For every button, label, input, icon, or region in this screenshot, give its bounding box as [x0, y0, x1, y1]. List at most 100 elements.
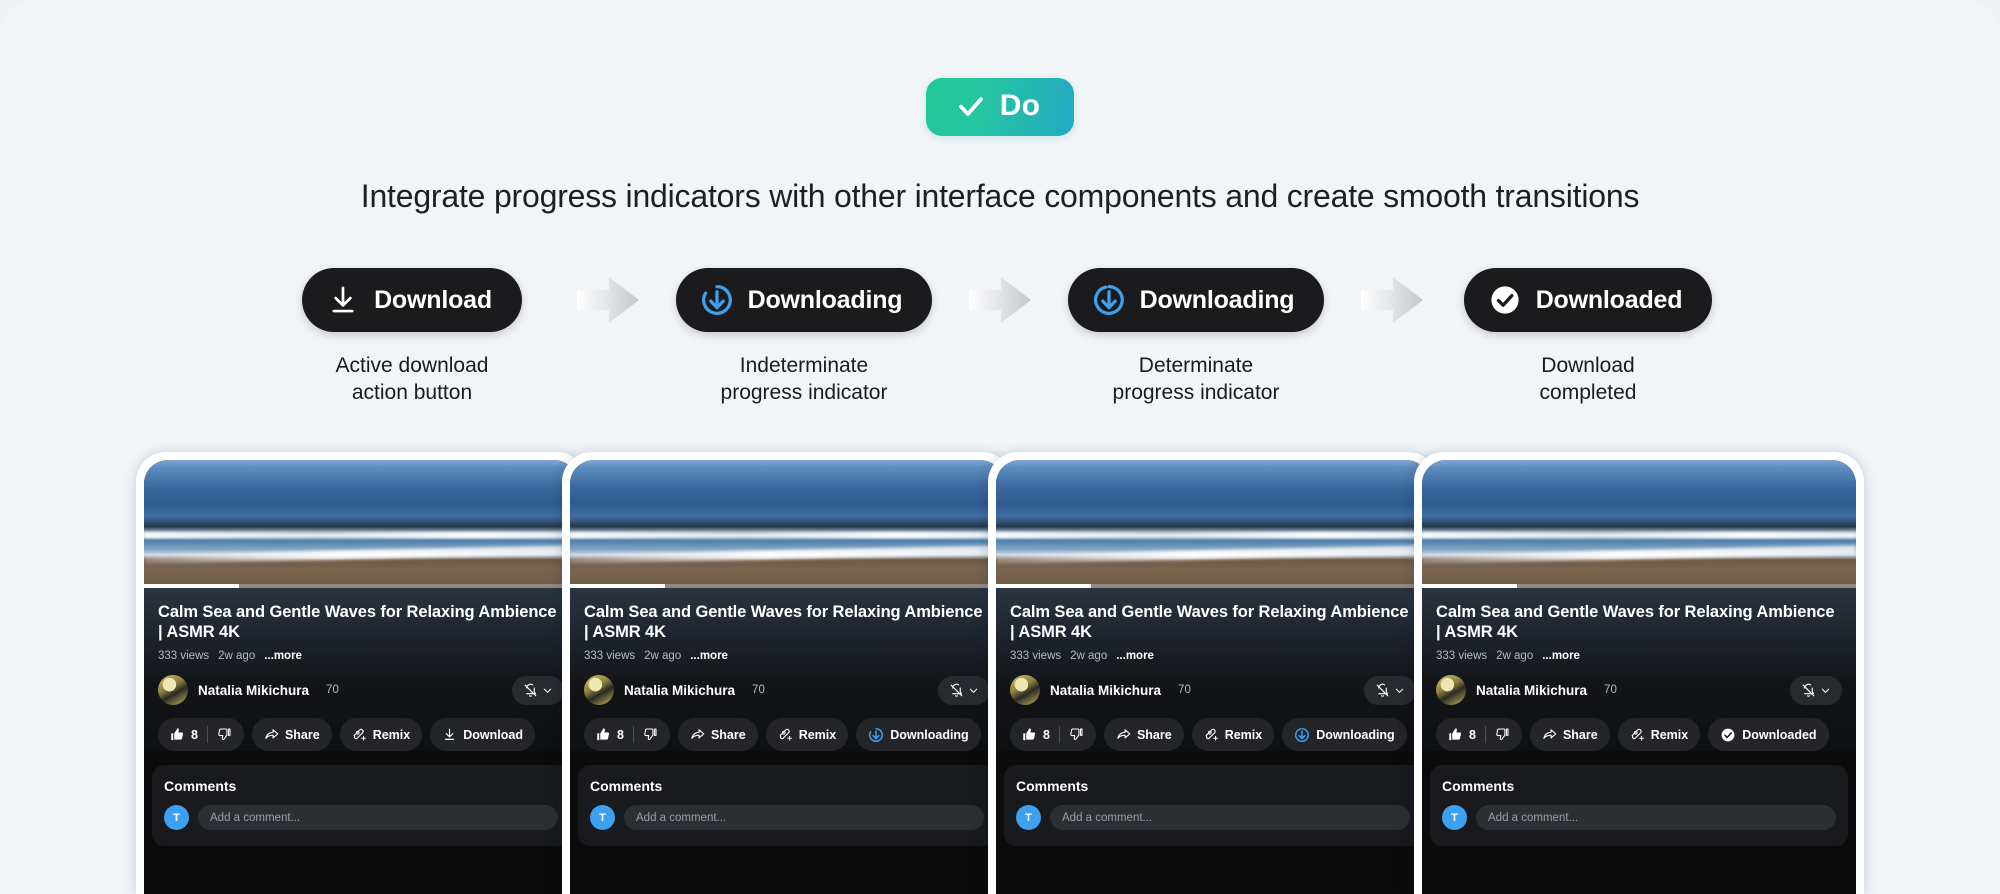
- video-title: Calm Sea and Gentle Waves for Relaxing A…: [158, 603, 557, 642]
- avatar: T: [590, 805, 615, 831]
- phone-screen: Calm Sea and Gentle Waves for Relaxing A…: [144, 460, 578, 894]
- comment-input[interactable]: Add a comment...: [1476, 805, 1836, 831]
- channel-row: Natalia Mikichura 70: [1436, 675, 1842, 706]
- like-dislike-chip[interactable]: 8: [1010, 718, 1096, 752]
- channel-name[interactable]: Natalia Mikichura: [624, 683, 735, 698]
- more-link[interactable]: ...more: [690, 650, 728, 662]
- thumbs-up-icon: [1022, 727, 1037, 742]
- more-link[interactable]: ...more: [264, 650, 302, 662]
- avatar[interactable]: [584, 675, 614, 706]
- video-thumbnail[interactable]: [144, 460, 578, 588]
- video-progress-bar[interactable]: [570, 584, 1004, 588]
- like-count: 8: [1043, 727, 1050, 742]
- video-meta: Calm Sea and Gentle Waves for Relaxing A…: [570, 588, 1004, 752]
- step-determinate: Downloading Determinate progress indicat…: [1046, 268, 1346, 407]
- share-arrow-icon: [1116, 727, 1131, 742]
- share-label: Share: [284, 727, 320, 742]
- notifications-button[interactable]: [512, 675, 564, 705]
- share-chip[interactable]: Share: [677, 718, 758, 752]
- upload-age: 2w ago: [218, 650, 256, 663]
- avatar: T: [1016, 805, 1041, 831]
- share-label: Share: [710, 727, 746, 742]
- more-link[interactable]: ...more: [1542, 650, 1580, 662]
- sea-photo: [570, 460, 1004, 588]
- step-completed: Downloaded Download completed: [1438, 268, 1738, 407]
- share-arrow-icon: [264, 727, 279, 742]
- notifications-button[interactable]: [1364, 675, 1416, 705]
- video-thumbnail[interactable]: [996, 460, 1430, 588]
- video-thumbnail[interactable]: [570, 460, 1004, 588]
- phone-mockups-row: Calm Sea and Gentle Waves for Relaxing A…: [0, 452, 2000, 894]
- comment-input[interactable]: Add a comment...: [1050, 805, 1410, 831]
- upload-age: 2w ago: [1070, 650, 1108, 663]
- comments-title: Comments: [590, 778, 663, 795]
- like-dislike-chip[interactable]: 8: [584, 718, 670, 752]
- download-chip[interactable]: Downloading: [1282, 718, 1407, 752]
- remix-chip[interactable]: Remix: [339, 718, 423, 752]
- like-count: 8: [1469, 727, 1476, 742]
- view-count: 333 views: [1010, 650, 1062, 663]
- downloading-button-indeterminate[interactable]: Downloading: [675, 268, 933, 332]
- remix-chip[interactable]: Remix: [1191, 718, 1275, 752]
- action-chips: 8: [158, 718, 564, 752]
- subscriber-count: 70: [1604, 684, 1617, 697]
- sea-photo: [144, 460, 578, 588]
- phone-card: Calm Sea and Gentle Waves for Relaxing A…: [562, 452, 1012, 894]
- remix-chip[interactable]: Remix: [765, 718, 849, 752]
- comments-title: Comments: [1442, 778, 1515, 795]
- download-chip[interactable]: Downloading: [856, 718, 981, 752]
- video-meta: Calm Sea and Gentle Waves for Relaxing A…: [996, 588, 1430, 752]
- chip-divider: [1484, 726, 1486, 744]
- like-dislike-chip[interactable]: 8: [1436, 718, 1522, 752]
- download-arrow-icon: [442, 727, 457, 742]
- comments-section: Comments T Add a comment...: [152, 765, 570, 847]
- notifications-button[interactable]: [1790, 675, 1842, 705]
- download-chip[interactable]: Download: [430, 718, 535, 752]
- channel-name[interactable]: Natalia Mikichura: [1050, 683, 1161, 698]
- chevron-down-icon: [968, 685, 979, 696]
- downloading-button-determinate[interactable]: Downloading: [1067, 268, 1325, 332]
- step-label: Downloaded: [1535, 285, 1683, 314]
- remix-chip[interactable]: Remix: [1617, 718, 1701, 752]
- step-label: Downloading: [1139, 285, 1295, 314]
- chevron-down-icon: [1394, 685, 1405, 696]
- avatar[interactable]: [1010, 675, 1040, 706]
- video-progress-bar[interactable]: [996, 584, 1430, 588]
- channel-name[interactable]: Natalia Mikichura: [198, 683, 309, 698]
- view-count: 333 views: [1436, 650, 1488, 663]
- bell-off-icon: [1375, 683, 1390, 698]
- channel-name[interactable]: Natalia Mikichura: [1476, 683, 1587, 698]
- view-count: 333 views: [158, 650, 210, 663]
- bell-off-icon: [1801, 683, 1816, 698]
- comment-compose-row: T Add a comment...: [590, 805, 984, 831]
- step-caption: Indeterminate progress indicator: [720, 354, 888, 405]
- download-chip[interactable]: Downloaded: [1708, 718, 1829, 752]
- notifications-button[interactable]: [938, 675, 990, 705]
- share-chip[interactable]: Share: [1529, 718, 1610, 752]
- video-progress-bar[interactable]: [144, 584, 578, 588]
- sea-photo: [1422, 460, 1856, 588]
- video-stats: 333 views 2w ago ...more: [584, 650, 990, 662]
- avatar[interactable]: [158, 675, 188, 706]
- video-thumbnail[interactable]: [1422, 460, 1856, 588]
- action-chips: 8: [1010, 718, 1416, 752]
- video-progress-bar[interactable]: [1422, 584, 1856, 588]
- indeterminate-spinner-icon: [700, 283, 734, 317]
- comment-input[interactable]: Add a comment...: [624, 805, 984, 831]
- comments-section: Comments T Add a comment...: [1430, 765, 1848, 847]
- view-count: 333 views: [584, 650, 636, 663]
- thumbs-down-icon: [217, 727, 232, 742]
- share-chip[interactable]: Share: [1103, 718, 1184, 752]
- share-chip[interactable]: Share: [251, 718, 332, 752]
- chevron-down-icon: [1820, 685, 1831, 696]
- more-link[interactable]: ...more: [1116, 650, 1154, 662]
- page-canvas: Do Integrate progress indicators with ot…: [0, 0, 2000, 894]
- comment-input[interactable]: Add a comment...: [198, 805, 558, 831]
- bell-off-icon: [523, 683, 538, 698]
- avatar[interactable]: [1436, 675, 1466, 706]
- downloaded-button[interactable]: Downloaded: [1463, 268, 1713, 332]
- like-dislike-chip[interactable]: 8: [158, 718, 244, 752]
- thumbs-up-icon: [596, 727, 611, 742]
- download-button[interactable]: Download: [302, 268, 522, 332]
- channel-row: Natalia Mikichura 70: [584, 675, 990, 706]
